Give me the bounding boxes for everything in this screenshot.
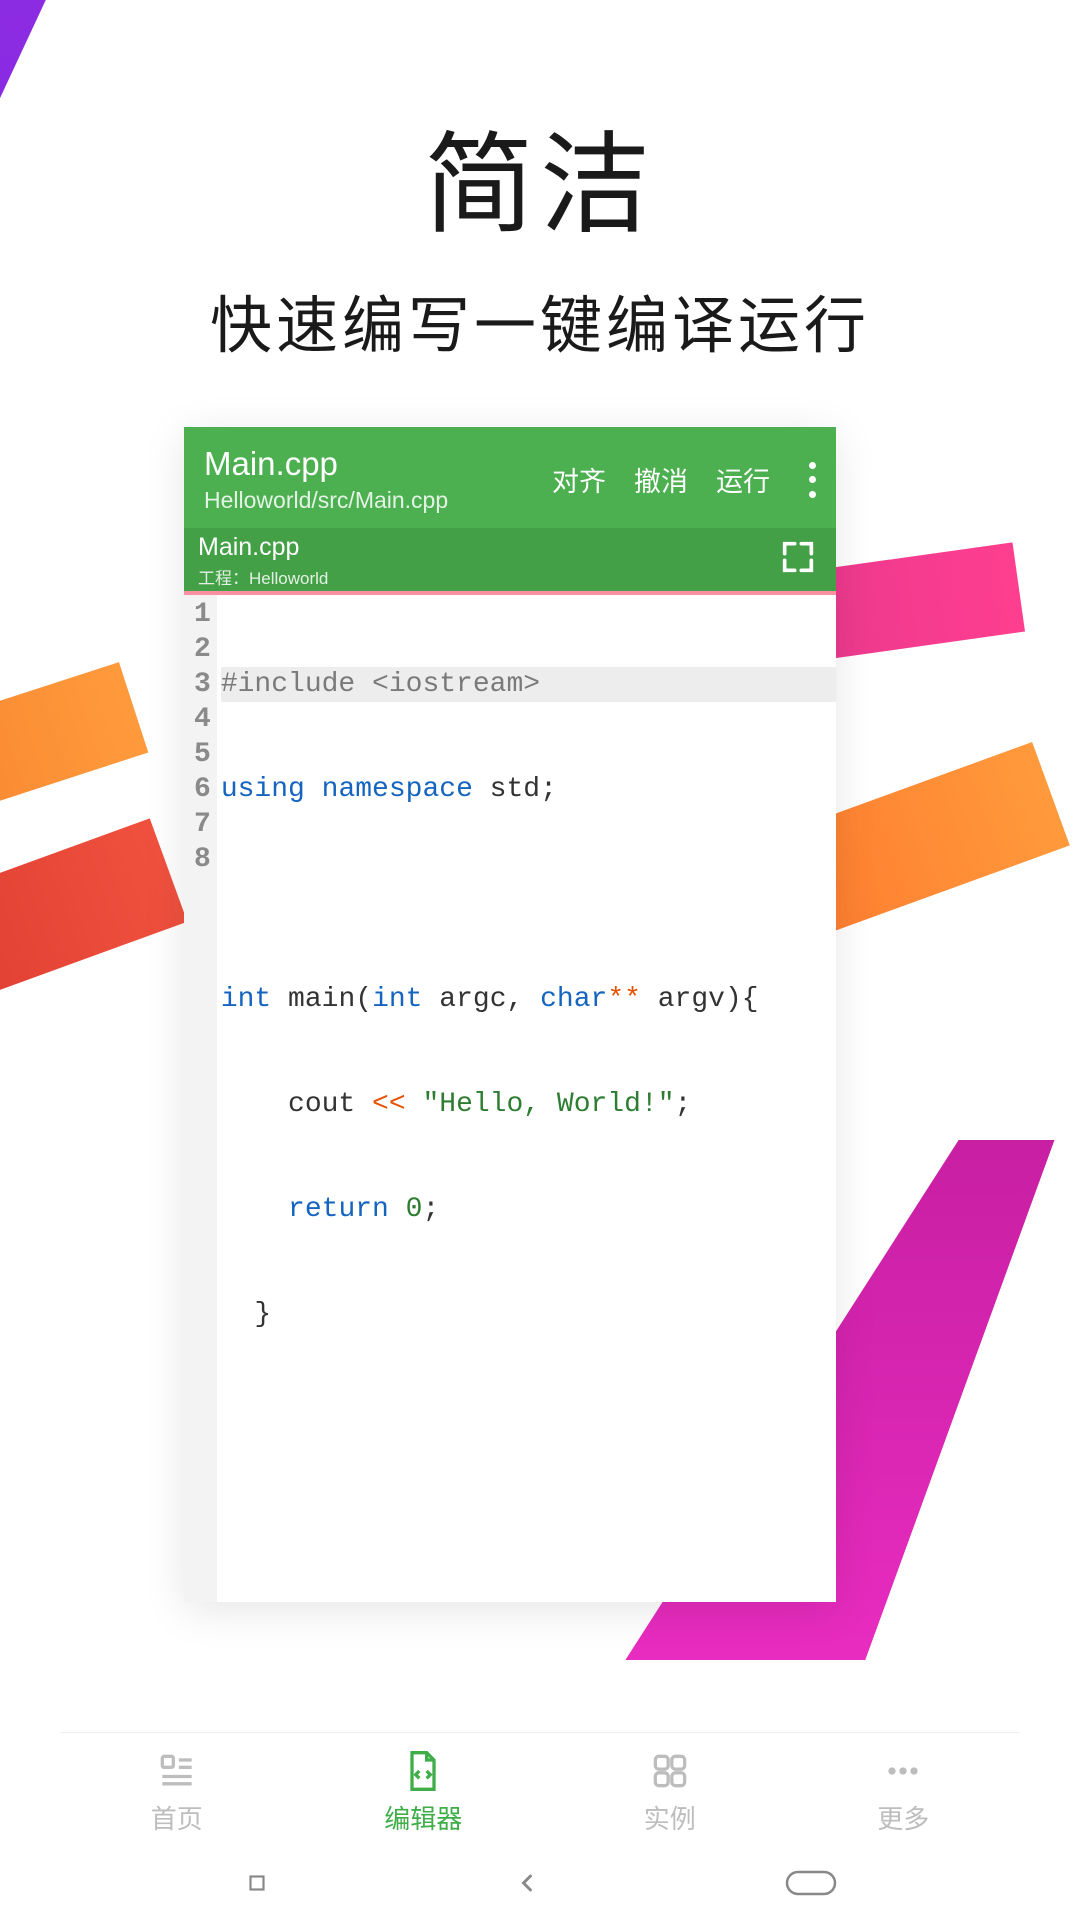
line-number: 3 [194, 667, 211, 702]
bottom-nav: 首页 编辑器 实例 更多 [60, 1732, 1020, 1852]
run-button[interactable]: 运行 [716, 460, 770, 499]
editor-filepath: Helloworld/src/Main.cpp [204, 487, 552, 514]
home-icon [155, 1749, 199, 1793]
hero-title: 简洁 [0, 95, 1080, 255]
nav-examples[interactable]: 实例 [644, 1749, 696, 1836]
line-number: 2 [194, 632, 211, 667]
code-area[interactable]: #include <iostream> using namespace std;… [217, 593, 836, 1602]
sys-home-icon[interactable] [785, 1870, 837, 1901]
nav-more-label: 更多 [877, 1799, 929, 1836]
line-number: 7 [194, 807, 211, 842]
sys-recent-icon[interactable] [244, 1870, 270, 1901]
editor-actions: 对齐 撤消 运行 [552, 460, 816, 499]
nav-home-label: 首页 [151, 1799, 203, 1836]
undo-button[interactable]: 撤消 [634, 460, 688, 499]
system-nav [0, 1860, 1080, 1910]
hero-section: 简洁 快速编写一键编译运行 [0, 95, 1080, 365]
more-dots-icon [881, 1749, 925, 1793]
editor-tab[interactable]: Main.cpp 工程：Helloworld [198, 533, 774, 589]
grid-icon [648, 1749, 692, 1793]
code-line: using namespace std; [221, 772, 836, 807]
expand-icon[interactable] [774, 533, 822, 581]
editor-card: Main.cpp Helloworld/src/Main.cpp 对齐 撤消 运… [184, 427, 836, 1602]
editor-tabbar: Main.cpp 工程：Helloworld [184, 528, 836, 593]
align-button[interactable]: 对齐 [552, 460, 606, 499]
code-file-icon [401, 1749, 445, 1793]
line-number: 4 [194, 702, 211, 737]
line-number: 6 [194, 772, 211, 807]
editor-filename: Main.cpp [204, 445, 552, 483]
nav-home[interactable]: 首页 [151, 1749, 203, 1836]
code-line: } [221, 1297, 836, 1332]
code-line: int main(int argc, char** argv){ [221, 982, 836, 1017]
nav-more[interactable]: 更多 [877, 1749, 929, 1836]
nav-editor[interactable]: 编辑器 [384, 1749, 462, 1836]
more-menu-icon[interactable] [808, 462, 816, 498]
editor-title-block: Main.cpp Helloworld/src/Main.cpp [204, 445, 552, 514]
code-line [221, 877, 836, 912]
decor-orange-left [0, 662, 148, 833]
code-line: #include <iostream> [221, 667, 836, 702]
code-line [221, 1402, 836, 1437]
line-number: 8 [194, 842, 211, 877]
line-number: 5 [194, 737, 211, 772]
nav-editor-label: 编辑器 [384, 1799, 462, 1836]
decor-red [0, 818, 187, 1051]
code-line: cout << "Hello, World!"; [221, 1087, 836, 1122]
sys-back-icon[interactable] [513, 1869, 541, 1902]
editor-body[interactable]: 1 2 3 4 5 6 7 8 #include <iostream> usin… [184, 593, 836, 1602]
nav-examples-label: 实例 [644, 1799, 696, 1836]
line-number: 1 [194, 597, 211, 632]
editor-tab-project: 工程：Helloworld [198, 564, 774, 589]
code-line: return 0; [221, 1192, 836, 1227]
line-gutter: 1 2 3 4 5 6 7 8 [184, 593, 217, 1602]
editor-tab-name: Main.cpp [198, 533, 774, 562]
hero-subtitle: 快速编写一键编译运行 [0, 275, 1080, 365]
editor-header: Main.cpp Helloworld/src/Main.cpp 对齐 撤消 运… [184, 427, 836, 528]
